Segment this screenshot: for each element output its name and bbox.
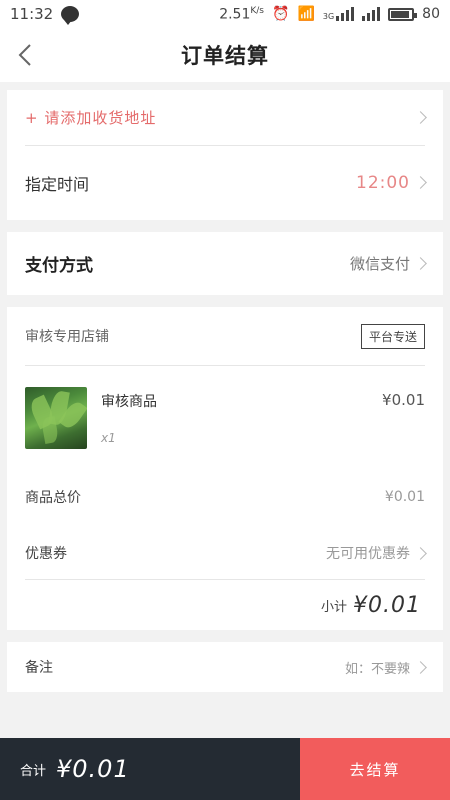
- bottom-bar: 合计 ¥0.01 去结算: [0, 738, 450, 800]
- goods-price: ¥0.01: [382, 391, 425, 409]
- divider: [25, 145, 425, 146]
- nav-bar: 订单结算: [0, 28, 450, 82]
- shop-row: 审核专用店铺 平台专送: [7, 307, 443, 365]
- remark-card: 备注 如：不要辣: [7, 642, 443, 692]
- battery-icon: [388, 7, 418, 21]
- subtotal: 小计 ¥0.01: [321, 585, 421, 625]
- payment-card: 支付方式 微信支付: [7, 232, 443, 295]
- goods-total-row: 商品总价 ¥0.01: [7, 477, 443, 517]
- battery-level: 80: [422, 6, 440, 22]
- chevron-left-icon: [18, 44, 31, 66]
- chat-icon: [61, 6, 80, 25]
- network-speed: 2.51K/s: [219, 5, 264, 23]
- goods-total-label: 商品总价: [25, 490, 81, 506]
- total-value: ¥0.01: [56, 755, 130, 783]
- coupon-value: 无可用优惠券: [326, 546, 410, 562]
- coupon-row[interactable]: 优惠券 无可用优惠券: [7, 533, 443, 573]
- status-time: 11:32: [10, 5, 54, 23]
- delivery-tag: 平台专送: [360, 323, 425, 349]
- back-button[interactable]: [10, 38, 40, 72]
- goods-thumbnail: [25, 387, 87, 449]
- status-bar: 11:32 2.51K/s ⏰ 📶 3G 80: [0, 0, 450, 28]
- signal-icon: [362, 7, 381, 21]
- wifi-icon: 📶: [297, 6, 315, 22]
- add-address-label: + 请添加收货地址: [25, 109, 157, 127]
- remark-placeholder: 如：不要辣: [344, 661, 410, 677]
- divider: [25, 365, 425, 366]
- subtotal-label: 小计: [321, 599, 348, 615]
- chevron-right-icon: [414, 257, 427, 270]
- total-label: 合计: [20, 763, 47, 779]
- page-title: 订单结算: [181, 44, 269, 68]
- delivery-time-label: 指定时间: [25, 174, 90, 194]
- total-area: 合计 ¥0.01: [0, 738, 300, 800]
- goods-quantity: x1: [101, 431, 116, 445]
- chevron-right-icon: [414, 176, 427, 189]
- signal-3g-icon: 3G: [323, 7, 355, 21]
- chevron-right-icon: [414, 546, 427, 560]
- payment-method-value: 微信支付: [349, 255, 410, 273]
- address-card: + 请添加收货地址 指定时间 12:00: [7, 90, 443, 220]
- remark-row[interactable]: 备注 如：不要辣: [7, 642, 443, 692]
- alarm-icon: ⏰: [272, 6, 290, 22]
- payment-method-row[interactable]: 支付方式 微信支付: [7, 232, 443, 295]
- delivery-time-value: 12:00: [356, 172, 410, 193]
- chevron-right-icon: [414, 111, 427, 124]
- remark-label: 备注: [25, 660, 53, 676]
- chevron-right-icon: [414, 660, 427, 674]
- divider: [25, 579, 425, 580]
- goods-name: 审核商品: [101, 394, 157, 410]
- goods-item[interactable]: 审核商品 x1 ¥0.01: [25, 387, 425, 451]
- goods-total-value: ¥0.01: [384, 489, 425, 505]
- coupon-label: 优惠券: [25, 546, 67, 562]
- order-card: 审核专用店铺 平台专送 审核商品 x1 ¥0.01 商品总价 ¥0.01 优惠券…: [7, 307, 443, 630]
- delivery-time-row[interactable]: 指定时间 12:00: [7, 145, 443, 220]
- subtotal-value: ¥0.01: [353, 592, 421, 618]
- checkout-button[interactable]: 去结算: [300, 738, 450, 800]
- shop-name: 审核专用店铺: [25, 329, 109, 345]
- add-address-row[interactable]: + 请添加收货地址: [7, 90, 443, 145]
- payment-method-label: 支付方式: [25, 256, 93, 276]
